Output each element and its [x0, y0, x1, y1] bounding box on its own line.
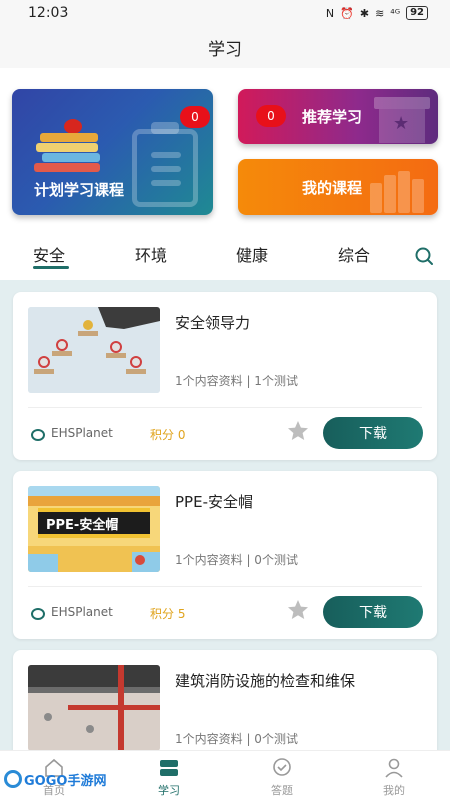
course-points: 积分 0 — [150, 428, 186, 442]
wifi-icon: ≋ — [375, 6, 385, 20]
clipboard-icon — [132, 122, 198, 207]
nav-learn-label: 学习 — [158, 784, 180, 797]
course-thumbnail — [28, 665, 160, 750]
course-thumbnail — [28, 307, 160, 393]
download-button[interactable]: 下载 — [323, 417, 423, 449]
status-time: 12:03 — [28, 5, 69, 21]
course-title: 建筑消防设施的检查和维保 — [175, 672, 356, 690]
site-watermark: GOGO手游网 — [4, 768, 106, 790]
status-icons: N ⏰ ✱ ≋ ⁴ᴳ 92 — [326, 6, 428, 20]
tab-environment[interactable]: 环境 — [135, 242, 167, 266]
course-meta: 1个内容资料 | 0个测试 — [175, 732, 298, 746]
nav-quiz[interactable]: 答题 — [252, 757, 312, 798]
tab-general[interactable]: 综合 — [338, 242, 370, 266]
divider — [28, 586, 422, 587]
page-header: 学习 — [0, 26, 450, 68]
course-org: EHSPlanet — [31, 426, 113, 441]
plan-count-badge: 0 — [180, 106, 210, 128]
divider — [28, 407, 422, 408]
nav-learn[interactable]: 学习 — [139, 757, 199, 798]
watermark-text: GOGO手游网 — [24, 773, 107, 789]
status-bar: 12:03 N ⏰ ✱ ≋ ⁴ᴳ 92 — [0, 0, 450, 26]
signal-icon: ⁴ᴳ — [390, 6, 401, 20]
course-points: 积分 5 — [150, 607, 186, 621]
watermark-logo-icon — [4, 770, 22, 788]
plan-course-label: 计划学习课程 — [34, 181, 125, 199]
ehsplanet-logo-icon — [31, 428, 45, 441]
nav-profile-label: 我的 — [383, 784, 405, 797]
course-title: 安全领导力 — [175, 314, 251, 332]
course-card[interactable]: 安全领导力 1个内容资料 | 1个测试 EHSPlanet 积分 0 下载 — [13, 292, 437, 460]
tab-safety[interactable]: 安全 — [33, 242, 65, 266]
bluetooth-icon: ✱ — [359, 6, 370, 20]
page-title: 学习 — [208, 39, 242, 60]
favorite-star-icon[interactable] — [286, 598, 310, 622]
download-button[interactable]: 下载 — [323, 596, 423, 628]
org-name: EHSPlanet — [51, 426, 113, 440]
course-card[interactable]: PPE-安全帽 PPE-安全帽 1个内容资料 | 0个测试 EHSPlanet … — [13, 471, 437, 639]
recommend-card[interactable]: ★ 0 推荐学习 — [238, 89, 438, 144]
course-meta: 1个内容资料 | 0个测试 — [175, 553, 298, 567]
recommend-label: 推荐学习 — [302, 108, 363, 126]
active-tab-indicator — [33, 266, 69, 269]
course-card[interactable]: 建筑消防设施的检查和维保 1个内容资料 | 0个测试 — [13, 650, 437, 750]
top-cards-area: 0 计划学习课程 ★ 0 推荐学习 我的课程 — [0, 68, 450, 236]
learn-icon — [160, 760, 178, 776]
profile-icon — [385, 758, 403, 778]
tab-health[interactable]: 健康 — [236, 242, 268, 266]
course-meta: 1个内容资料 | 1个测试 — [175, 374, 298, 388]
battery-icon: 92 — [406, 6, 428, 20]
course-title: PPE-安全帽 — [175, 493, 253, 511]
my-course-label: 我的课程 — [302, 179, 363, 197]
recommend-count-badge: 0 — [256, 105, 286, 127]
alarm-icon: ⏰ — [340, 6, 354, 20]
bookshelf-icon — [370, 167, 434, 213]
books-icon — [34, 119, 104, 172]
search-icon[interactable] — [414, 246, 434, 266]
org-name: EHSPlanet — [51, 605, 113, 619]
nfc-icon: N — [325, 6, 335, 20]
box-icon: ★ — [374, 97, 430, 143]
nav-profile[interactable]: 我的 — [364, 757, 424, 798]
nav-quiz-label: 答题 — [271, 784, 293, 797]
course-thumbnail: PPE-安全帽 — [28, 486, 160, 572]
course-list[interactable]: 安全领导力 1个内容资料 | 1个测试 EHSPlanet 积分 0 下载 PP… — [0, 280, 450, 750]
thumbnail-caption: PPE-安全帽 — [46, 518, 119, 533]
category-tabs: 安全 环境 健康 综合 — [0, 236, 450, 280]
course-org: EHSPlanet — [31, 605, 113, 620]
plan-course-card[interactable]: 0 计划学习课程 — [12, 89, 213, 215]
favorite-star-icon[interactable] — [286, 419, 310, 443]
my-course-card[interactable]: 我的课程 — [238, 159, 438, 215]
ehsplanet-logo-icon — [31, 607, 45, 620]
quiz-icon — [273, 758, 291, 776]
